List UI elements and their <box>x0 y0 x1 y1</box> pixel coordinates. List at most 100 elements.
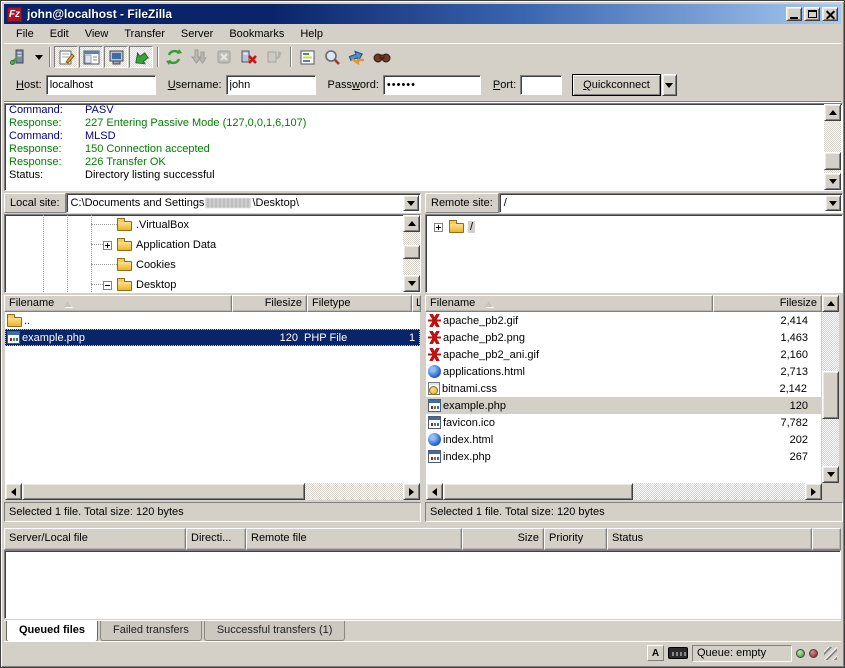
scroll-right-button[interactable] <box>403 483 420 500</box>
file-row-example-php[interactable]: example.php 120 PHP File 1 <box>5 329 420 346</box>
local-site-combo-dropdown[interactable] <box>403 195 419 211</box>
queue-column-direction[interactable]: Directi... <box>186 528 246 550</box>
scroll-thumb[interactable] <box>22 483 305 500</box>
reconnect-button[interactable] <box>262 46 286 68</box>
tree-item-application-data[interactable]: Application Data <box>103 235 216 255</box>
file-row-parent[interactable]: .. <box>5 312 420 329</box>
find-files-button[interactable] <box>370 46 394 68</box>
scroll-up-button[interactable] <box>824 104 841 121</box>
file-row[interactable]: bitnami.css 2,142 <box>426 380 821 397</box>
menu-server[interactable]: Server <box>173 26 221 42</box>
scroll-down-button[interactable] <box>824 173 841 190</box>
minimize-button[interactable] <box>786 7 802 21</box>
tab-queued-files[interactable]: Queued files <box>6 621 98 642</box>
menu-transfer[interactable]: Transfer <box>116 26 173 42</box>
site-manager-button[interactable] <box>7 46 31 68</box>
cancel-operation-button[interactable] <box>212 46 236 68</box>
local-site-combo[interactable]: C:\Documents and Settings\Desktop\ <box>66 193 421 213</box>
toggle-message-log-button[interactable] <box>54 46 78 68</box>
username-input[interactable] <box>226 75 316 95</box>
file-row[interactable]: apache_pb2_ani.gif 2,160 <box>426 346 821 363</box>
tab-successful-transfers[interactable]: Successful transfers (1) <box>204 621 346 641</box>
directory-filters-button[interactable] <box>295 46 319 68</box>
tree-item-root[interactable]: / <box>434 217 475 237</box>
column-header-filename[interactable]: Filename <box>425 295 713 312</box>
tree-item-label: Desktop <box>136 279 176 291</box>
local-tree-scrollbar[interactable] <box>403 215 420 292</box>
queue-column-remotefile[interactable]: Remote file <box>246 528 462 550</box>
menu-help[interactable]: Help <box>292 26 331 42</box>
quickconnect-dropdown[interactable] <box>662 74 677 96</box>
quickconnect-button[interactable]: Quickconnect <box>572 74 661 96</box>
process-queue-button[interactable] <box>187 46 211 68</box>
remote-site-combo-dropdown[interactable] <box>825 195 841 211</box>
log-scrollbar[interactable] <box>824 104 841 190</box>
site-manager-dropdown[interactable] <box>32 46 45 68</box>
arrow-down-icon <box>827 472 835 477</box>
scroll-thumb[interactable] <box>822 371 839 419</box>
scroll-down-button[interactable] <box>403 275 420 292</box>
disconnect-button[interactable] <box>237 46 261 68</box>
toggle-remote-tree-button[interactable] <box>104 46 128 68</box>
expand-icon[interactable] <box>434 223 443 232</box>
tree-item-cookies[interactable]: Cookies <box>117 255 176 275</box>
apache-feather-icon <box>428 331 441 344</box>
scroll-down-button[interactable] <box>822 466 839 483</box>
remote-hscrollbar[interactable] <box>426 483 822 500</box>
scroll-thumb[interactable] <box>403 245 420 259</box>
file-row-selected[interactable]: example.php 120 <box>426 397 821 414</box>
scroll-up-button[interactable] <box>403 215 420 232</box>
tree-item-desktop[interactable]: Desktop <box>103 275 176 293</box>
scroll-up-button[interactable] <box>822 295 839 312</box>
scroll-thumb[interactable] <box>443 483 633 500</box>
local-tree: .VirtualBox Application Data Cookies Des… <box>4 214 421 293</box>
local-hscrollbar[interactable] <box>5 483 420 500</box>
toggle-transfer-queue-button[interactable] <box>129 46 153 68</box>
remote-list-scrollbar[interactable] <box>822 295 839 483</box>
password-input[interactable] <box>383 75 481 95</box>
title-bar[interactable]: Fz john@localhost - FileZilla <box>4 4 841 24</box>
synchronized-browsing-button[interactable] <box>345 46 369 68</box>
refresh-button[interactable] <box>162 46 186 68</box>
queue-column-priority[interactable]: Priority <box>544 528 607 550</box>
resize-grip[interactable] <box>824 647 837 660</box>
menu-bookmarks[interactable]: Bookmarks <box>221 26 292 42</box>
column-header-filesize[interactable]: Filesize <box>713 295 822 312</box>
file-size: 2,414 <box>709 312 814 329</box>
remote-site-combo[interactable]: / <box>499 193 843 213</box>
menu-file[interactable]: File <box>8 26 42 42</box>
file-row[interactable]: apache_pb2.gif 2,414 <box>426 312 821 329</box>
window-title: john@localhost - FileZilla <box>27 7 786 21</box>
scroll-left-button[interactable] <box>426 483 443 500</box>
queue-column-status[interactable]: Status <box>607 528 812 550</box>
scroll-thumb[interactable] <box>824 152 841 170</box>
tree-item-virtualbox[interactable]: .VirtualBox <box>117 215 189 235</box>
close-button[interactable] <box>822 7 838 21</box>
scroll-right-button[interactable] <box>805 483 822 500</box>
menu-view[interactable]: View <box>77 26 117 42</box>
port-input[interactable] <box>520 75 562 95</box>
host-input[interactable] <box>46 75 156 95</box>
collapse-icon[interactable] <box>103 281 112 290</box>
queue-column-size[interactable]: Size <box>462 528 544 550</box>
file-row[interactable]: apache_pb2.png 1,463 <box>426 329 821 346</box>
maximize-button[interactable] <box>804 7 820 21</box>
queue-column-serverlocal[interactable]: Server/Local file <box>4 528 186 550</box>
directory-comparison-button[interactable] <box>320 46 344 68</box>
log-line: Status:Directory listing successful <box>5 169 842 182</box>
file-row[interactable]: index.php 267 <box>426 448 821 465</box>
menu-edit[interactable]: Edit <box>42 26 77 42</box>
column-header-filetype[interactable]: Filetype <box>307 295 412 312</box>
scroll-left-button[interactable] <box>5 483 22 500</box>
expand-icon[interactable] <box>103 241 112 250</box>
file-row[interactable]: index.html 202 <box>426 431 821 448</box>
file-row[interactable]: favicon.ico 7,782 <box>426 414 821 431</box>
file-name: index.php <box>441 448 709 465</box>
column-header-filesize[interactable]: Filesize <box>232 295 307 312</box>
column-header-filename[interactable]: Filename <box>4 295 232 312</box>
tab-failed-transfers[interactable]: Failed transfers <box>100 621 202 641</box>
column-header-lastmodified[interactable]: L <box>412 295 421 312</box>
toggle-local-tree-button[interactable] <box>79 46 103 68</box>
queue-body <box>4 550 841 619</box>
file-row[interactable]: applications.html 2,713 <box>426 363 821 380</box>
